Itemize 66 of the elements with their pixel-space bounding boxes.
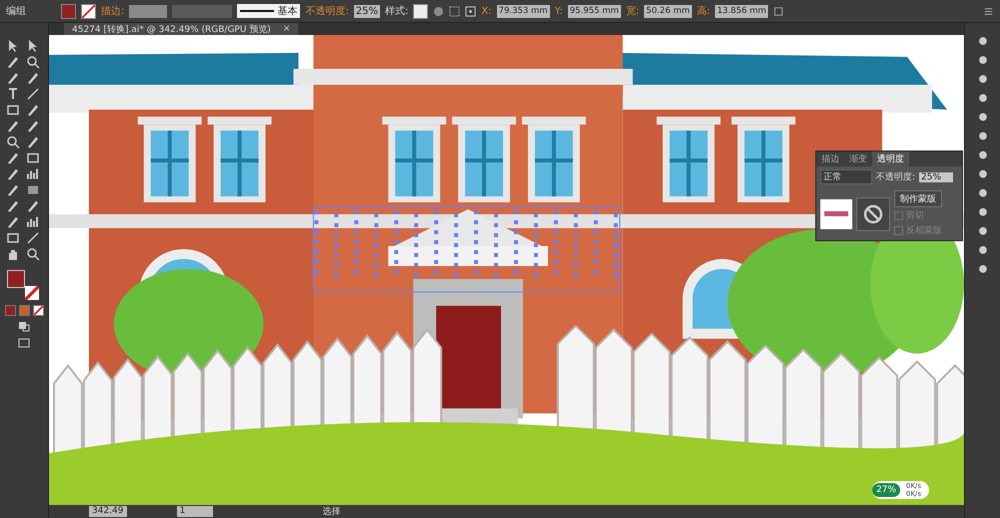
- no-mask-icon[interactable]: [856, 196, 890, 231]
- panel-icon[interactable]: [976, 130, 988, 142]
- opacity-field[interactable]: 25%: [919, 172, 954, 182]
- reference-point-icon[interactable]: [465, 6, 476, 16]
- opacity-label: 不透明度:: [876, 171, 916, 184]
- panel-icon[interactable]: [976, 149, 988, 161]
- panel-icon[interactable]: [976, 111, 988, 123]
- panel-tab[interactable]: 透明度: [872, 152, 910, 166]
- style-label: 样式:: [384, 4, 408, 18]
- panel-tab[interactable]: 描边: [816, 152, 844, 166]
- zoom-icon[interactable]: [26, 247, 40, 261]
- panel-icon[interactable]: [976, 73, 988, 85]
- transform-label: 高:: [696, 4, 710, 18]
- object-thumbnail[interactable]: [820, 198, 852, 229]
- panel-tab[interactable]: 渐变: [844, 152, 872, 166]
- make-mask-button[interactable]: 制作蒙版: [894, 190, 942, 208]
- panel-icon[interactable]: [976, 54, 988, 66]
- draw-mode-icon[interactable]: [17, 319, 31, 333]
- selection-box[interactable]: [312, 206, 620, 292]
- document-tab[interactable]: 45274 [转换].ai* @ 342.49% (RGB/GPU 预览) ×: [64, 23, 298, 35]
- panel-icon[interactable]: [976, 263, 988, 275]
- transform-field[interactable]: 50.26 mm: [644, 4, 692, 18]
- cpu-usage-badge: 27%: [872, 483, 900, 498]
- stroke-weight-field[interactable]: [129, 4, 168, 18]
- artboard-icon[interactable]: [6, 231, 20, 245]
- panel-icon[interactable]: [976, 168, 988, 180]
- align-grid-icon[interactable]: [449, 6, 460, 16]
- panel-icon[interactable]: [976, 187, 988, 199]
- transform-field[interactable]: 79.353 mm: [496, 4, 550, 18]
- slice-icon[interactable]: [26, 231, 40, 245]
- column-graph-icon[interactable]: [26, 215, 40, 229]
- stroke-color-swatch[interactable]: [25, 286, 39, 300]
- selection-label: 编组: [6, 4, 26, 18]
- frame-icon[interactable]: [26, 151, 40, 165]
- stroke-swatch[interactable]: [81, 4, 96, 18]
- stroke-profile-dropdown[interactable]: 基本: [237, 4, 300, 18]
- stroke-label[interactable]: 描边:: [101, 4, 124, 18]
- panel-icon[interactable]: [976, 225, 988, 237]
- none-mode-button[interactable]: [32, 305, 44, 316]
- opacity-label[interactable]: 不透明度:: [305, 4, 349, 18]
- transform-label: X:: [481, 6, 492, 16]
- artboard-field[interactable]: 1: [176, 506, 212, 517]
- color-mode-button[interactable]: [4, 305, 16, 316]
- close-tab-button[interactable]: ×: [282, 24, 290, 34]
- screen-mode-icon[interactable]: [17, 336, 31, 350]
- transform-label: Y:: [554, 6, 563, 16]
- zoom-field[interactable]: 342.49: [89, 506, 126, 517]
- panel-icon[interactable]: [976, 244, 988, 256]
- opacity-field[interactable]: 25%: [354, 4, 380, 18]
- transform-icon[interactable]: [773, 6, 784, 16]
- transform-label: 宽:: [626, 4, 640, 18]
- panel-icon[interactable]: [976, 35, 988, 47]
- blend-mode-dropdown[interactable]: 正常: [820, 169, 872, 184]
- rectangle-tool-icon[interactable]: [6, 103, 20, 117]
- current-tool-label: 选择: [322, 506, 340, 518]
- panel-menu-icon[interactable]: [983, 6, 994, 16]
- bar-chart-icon[interactable]: [26, 167, 40, 181]
- panel-icon[interactable]: [976, 92, 988, 104]
- fill-color-swatch[interactable]: [7, 270, 25, 288]
- transform-field[interactable]: 13.856 mm: [715, 4, 768, 18]
- line-tool-icon[interactable]: [26, 87, 40, 101]
- fill-swatch[interactable]: [61, 4, 76, 18]
- panel-icon[interactable]: [976, 206, 988, 218]
- transform-field[interactable]: 95.955 mm: [568, 4, 621, 18]
- type-tool-icon[interactable]: [6, 87, 20, 101]
- style-swatch[interactable]: [413, 4, 428, 18]
